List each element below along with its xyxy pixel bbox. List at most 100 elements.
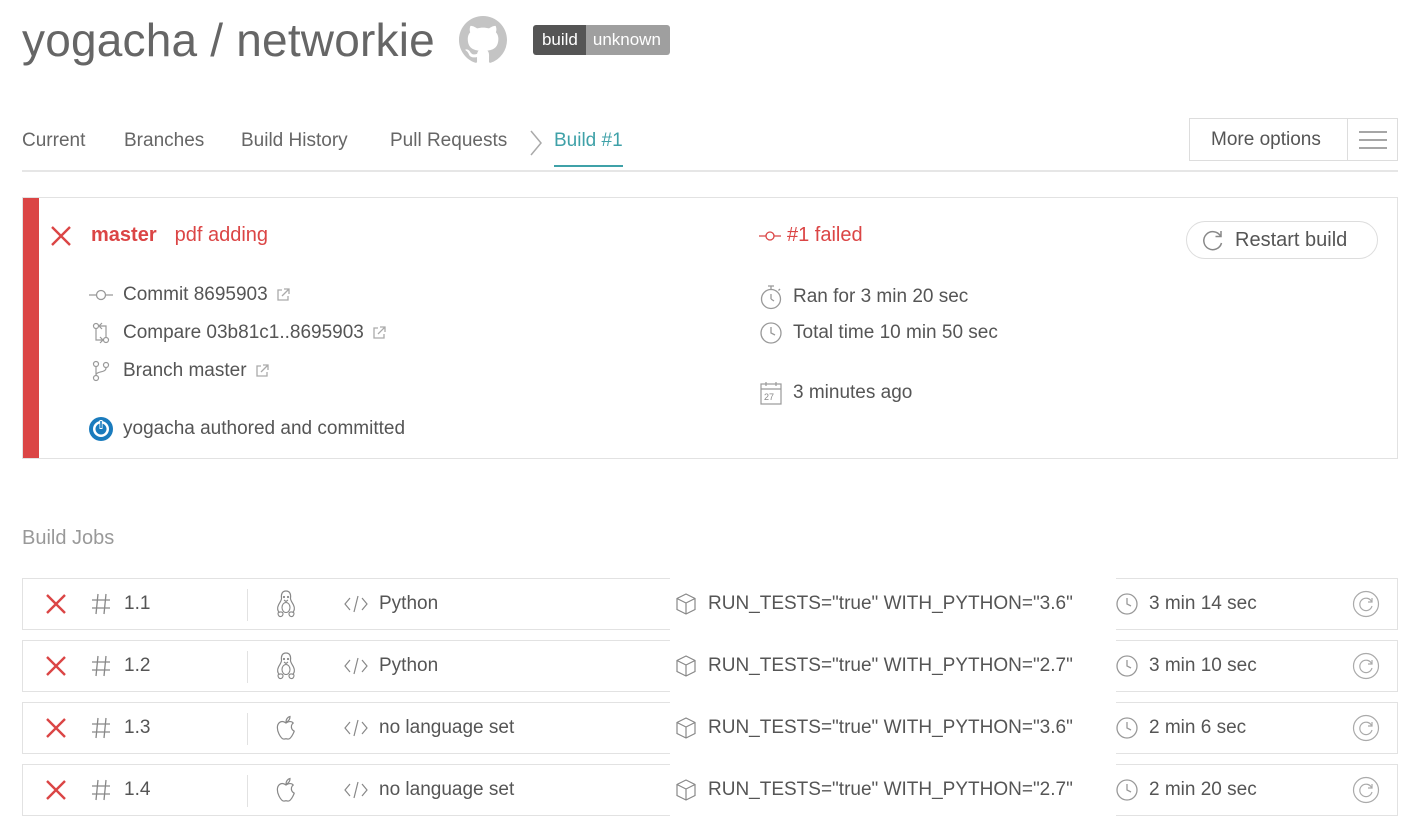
repo-title[interactable]: yogacha / networkie [22, 13, 435, 67]
hamburger-menu-icon[interactable] [1347, 119, 1397, 160]
divider [247, 651, 248, 683]
job-number[interactable]: 1.3 [124, 703, 150, 753]
compare-link[interactable]: Compare 03b81c1..8695903 [89, 322, 386, 344]
compare-icon [89, 322, 113, 344]
tab-current[interactable]: Current [22, 130, 85, 152]
build-header: master pdf adding [49, 224, 268, 247]
job-failed-x-icon [45, 703, 67, 753]
calendar-icon: 27 [759, 381, 783, 405]
failed-status-stripe [23, 198, 39, 458]
divider [247, 589, 248, 621]
linux-icon [275, 641, 297, 691]
job-number[interactable]: 1.4 [124, 765, 150, 815]
ran-for-text: Ran for 3 min 20 sec [793, 286, 969, 307]
compare-text: Compare 03b81c1..8695903 [123, 322, 364, 343]
build-status: #1 failed [759, 224, 863, 247]
external-link-icon [372, 326, 386, 340]
tab-build-1[interactable]: Build #1 [554, 130, 623, 167]
nav-tabs: Current Branches Build History Pull Requ… [22, 118, 1398, 172]
commit-icon [89, 289, 113, 301]
code-icon [344, 765, 368, 815]
hash-icon [91, 703, 111, 753]
divider [247, 775, 248, 807]
commit-text: Commit 8695903 [123, 284, 268, 305]
code-icon [344, 579, 368, 629]
job-failed-x-icon [45, 579, 67, 629]
restart-job-icon[interactable] [1352, 641, 1380, 691]
avatar [87, 416, 115, 442]
branch-name[interactable]: master [91, 224, 157, 247]
build-job-row[interactable]: 1.2 Python RUN_TESTS="true" WITH_PYTHON=… [22, 640, 1398, 692]
job-number[interactable]: 1.2 [124, 641, 150, 691]
job-language: no language set [379, 717, 515, 738]
job-failed-x-icon [45, 641, 67, 691]
job-failed-x-icon [45, 765, 67, 815]
job-language: Python [379, 593, 439, 614]
ran-for: Ran for 3 min 20 sec [759, 284, 968, 310]
build-job-row[interactable]: 1.1 Python RUN_TESTS="true" WITH_PYTHON=… [22, 578, 1398, 630]
apple-icon [275, 765, 297, 815]
commit-message: pdf adding [174, 224, 269, 246]
job-duration: 2 min 6 sec [1149, 717, 1247, 738]
restart-build-label: Restart build [1235, 228, 1348, 251]
build-status-text: #1 failed [787, 224, 863, 246]
job-duration: 3 min 10 sec [1149, 655, 1257, 676]
stopwatch-icon [759, 284, 783, 310]
failed-x-icon [49, 225, 73, 247]
linux-icon [275, 579, 297, 629]
tab-pull-requests[interactable]: Pull Requests [390, 130, 507, 152]
badge-value: unknown [585, 25, 670, 55]
package-icon [675, 579, 697, 629]
commit-link[interactable]: Commit 8695903 [89, 284, 290, 306]
restart-icon [1201, 228, 1225, 252]
tab-branches[interactable]: Branches [124, 130, 204, 152]
package-icon [675, 765, 697, 815]
job-env: RUN_TESTS="true" WITH_PYTHON="3.6" [708, 593, 1073, 614]
clock-icon [1116, 703, 1138, 753]
code-icon [344, 703, 368, 753]
package-icon [675, 703, 697, 753]
build-job-row[interactable]: 1.3 no language set RUN_TESTS="true" WIT… [22, 702, 1398, 754]
branch-text: Branch master [123, 360, 247, 381]
hash-icon [91, 579, 111, 629]
clock-icon [1116, 579, 1138, 629]
repo-header: yogacha / networkie build unknown [22, 8, 670, 72]
restart-job-icon[interactable] [1352, 579, 1380, 629]
hash-icon [91, 765, 111, 815]
build-summary: master pdf adding Commit 8695903 Compare… [22, 197, 1398, 459]
author-info: yogacha authored and committed [87, 416, 405, 442]
badge-label: build [532, 25, 586, 55]
job-env: RUN_TESTS="true" WITH_PYTHON="2.7" [708, 655, 1073, 676]
total-time: Total time 10 min 50 sec [759, 322, 998, 344]
apple-icon [275, 703, 297, 753]
job-env: RUN_TESTS="true" WITH_PYTHON="3.6" [708, 717, 1073, 738]
external-link-icon [276, 288, 290, 302]
finished-at-text: 3 minutes ago [793, 382, 913, 403]
hash-icon [91, 641, 111, 691]
chevron-right-icon [529, 130, 543, 156]
total-time-text: Total time 10 min 50 sec [793, 322, 998, 343]
tab-build-history[interactable]: Build History [241, 130, 348, 152]
job-language: no language set [379, 779, 515, 800]
divider [247, 713, 248, 745]
calendar-day: 27 [764, 392, 775, 402]
external-link-icon [255, 364, 269, 378]
more-options-button[interactable]: More options [1189, 118, 1398, 161]
build-jobs-title: Build Jobs [22, 527, 115, 549]
package-icon [675, 641, 697, 691]
branch-link[interactable]: Branch master [89, 360, 269, 382]
code-icon [344, 641, 368, 691]
commit-icon [759, 230, 781, 242]
restart-job-icon[interactable] [1352, 703, 1380, 753]
branch-icon [89, 360, 113, 382]
clock-icon [1116, 765, 1138, 815]
restart-job-icon[interactable] [1352, 765, 1380, 815]
more-options-label: More options [1211, 129, 1321, 150]
job-number[interactable]: 1.1 [124, 579, 150, 629]
build-status-badge[interactable]: build unknown [532, 25, 670, 55]
build-job-row[interactable]: 1.4 no language set RUN_TESTS="true" WIT… [22, 764, 1398, 816]
github-icon[interactable] [458, 16, 507, 64]
job-duration: 3 min 14 sec [1149, 593, 1257, 614]
job-env: RUN_TESTS="true" WITH_PYTHON="2.7" [708, 779, 1073, 800]
restart-build-button[interactable]: Restart build [1186, 221, 1378, 259]
